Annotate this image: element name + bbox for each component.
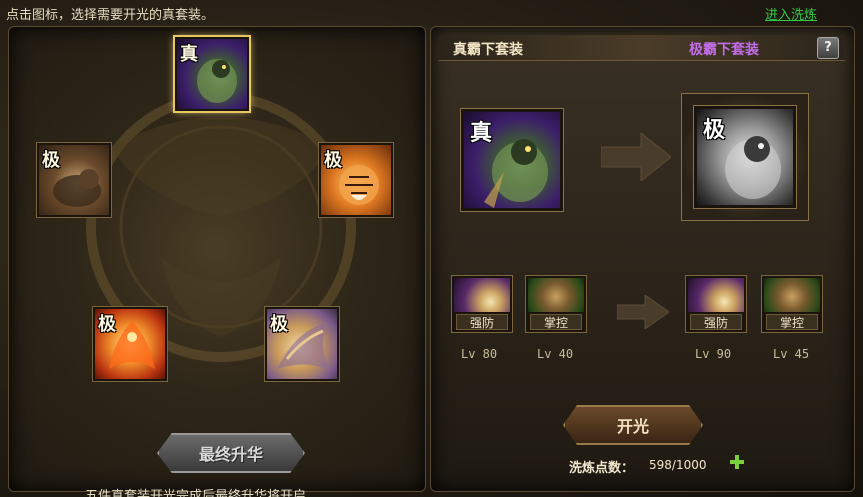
slot-badge: 极 [98,314,116,335]
horse-icon [528,278,584,312]
orb-icon [454,278,510,312]
skill-after-control[interactable]: 掌控 [761,275,823,333]
skill-upgrade-arrow-icon [617,295,669,329]
set-selection-panel: 真 极 极 极 极 最终升华 五件真套装开光完成后最终升华将开启 [8,26,426,497]
skill-level: Lv 40 [537,347,574,361]
enlighten-button[interactable]: 开光 [563,405,703,445]
slot-badge: 极 [324,150,342,171]
upgrade-arrow-icon [601,133,671,181]
set-slot-tiger[interactable]: 极 [318,142,394,218]
help-button[interactable]: ? [817,37,839,59]
skill-after-strong-defense[interactable]: 强防 [685,275,747,333]
target-set-name: 极霸下套装 [689,42,759,58]
set-slot-beast[interactable]: 极 [36,142,112,218]
slot-badge: 极 [42,150,60,171]
skill-name: 掌控 [530,314,582,330]
skill-name: 强防 [456,314,508,330]
skill-before-strong-defense[interactable]: 强防 [451,275,513,333]
result-badge: 极 [703,118,726,143]
orb-icon [688,278,744,312]
source-badge: 真 [470,121,493,146]
final-ascend-button[interactable]: 最终升华 [157,433,305,473]
instruction-text: 点击图标，选择需要开光的真套装。 [6,8,215,23]
refine-points-label: 洗炼点数： [569,461,635,476]
set-slot-phoenix[interactable]: 极 [92,306,168,382]
source-set-item[interactable]: 真 [460,108,564,212]
final-ascend-note: 五件真套装开光完成后最终升华将开启 [85,489,307,497]
skill-name: 强防 [690,314,742,330]
skill-level: Lv 45 [773,347,810,361]
set-slot-dragon[interactable]: 极 [264,306,340,382]
enlighten-panel: 真霸下套装 极霸下套装 ? 真 极 强防 Lv 80 掌控 Lv 40 强防 L… [430,26,855,492]
result-set-item: 极 [693,105,797,209]
horse-icon [764,278,820,312]
game-window: 点击图标，选择需要开光的真套装。 进入洗炼 真 极 极 极 极 最终升华 五件真… [0,0,863,497]
add-points-icon[interactable] [729,454,745,470]
skill-name: 掌控 [766,314,818,330]
refine-points-value: 598/1000 [649,458,707,472]
set-slot-zhen-baxia[interactable]: 真 [173,35,251,113]
source-set-name: 真霸下套装 [453,42,523,58]
slot-badge: 真 [180,44,198,65]
skill-level: Lv 90 [695,347,732,361]
enter-refine-link[interactable]: 进入洗炼 [765,4,817,23]
skill-before-control[interactable]: 掌控 [525,275,587,333]
skill-level: Lv 80 [461,347,498,361]
slot-badge: 极 [270,314,288,335]
